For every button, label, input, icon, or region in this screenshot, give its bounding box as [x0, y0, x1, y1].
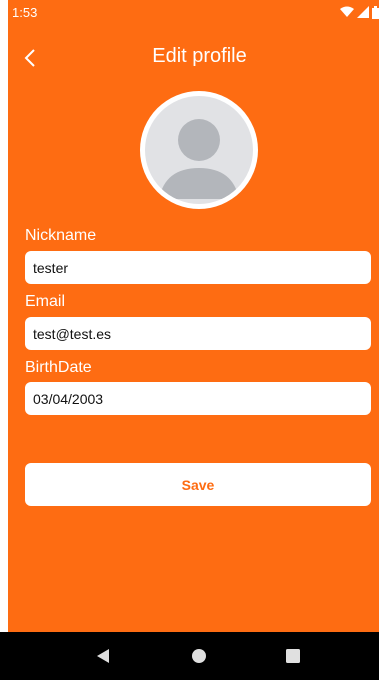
back-triangle-icon: [97, 649, 109, 663]
birthdate-input[interactable]: [25, 382, 371, 415]
nav-home-button[interactable]: [187, 644, 211, 668]
avatar[interactable]: [140, 91, 258, 209]
battery-icon: [372, 6, 379, 19]
birthdate-label: BirthDate: [25, 359, 92, 376]
status-bar: 1:53: [8, 0, 379, 24]
page-title: Edit profile: [152, 45, 247, 67]
signal-icon: [357, 6, 369, 18]
recents-square-icon: [286, 649, 300, 663]
email-input[interactable]: [25, 317, 371, 350]
navigation-bar: [0, 632, 379, 680]
home-circle-icon: [192, 649, 206, 663]
email-label: Email: [25, 293, 66, 310]
nickname-label: Nickname: [25, 227, 97, 244]
avatar-image: [145, 96, 253, 204]
nav-back-button[interactable]: [91, 644, 115, 668]
app-screen: 1:53 Edit profile Nickname tester Email …: [8, 0, 379, 680]
person-placeholder-icon: [159, 119, 239, 199]
status-time: 1:53: [12, 5, 38, 20]
status-icons: [340, 6, 379, 19]
wifi-icon: [340, 6, 354, 17]
save-button[interactable]: Save: [25, 463, 371, 506]
nav-recents-button[interactable]: [281, 644, 305, 668]
app-bar: Edit profile: [8, 36, 379, 80]
nickname-input[interactable]: [25, 251, 371, 284]
